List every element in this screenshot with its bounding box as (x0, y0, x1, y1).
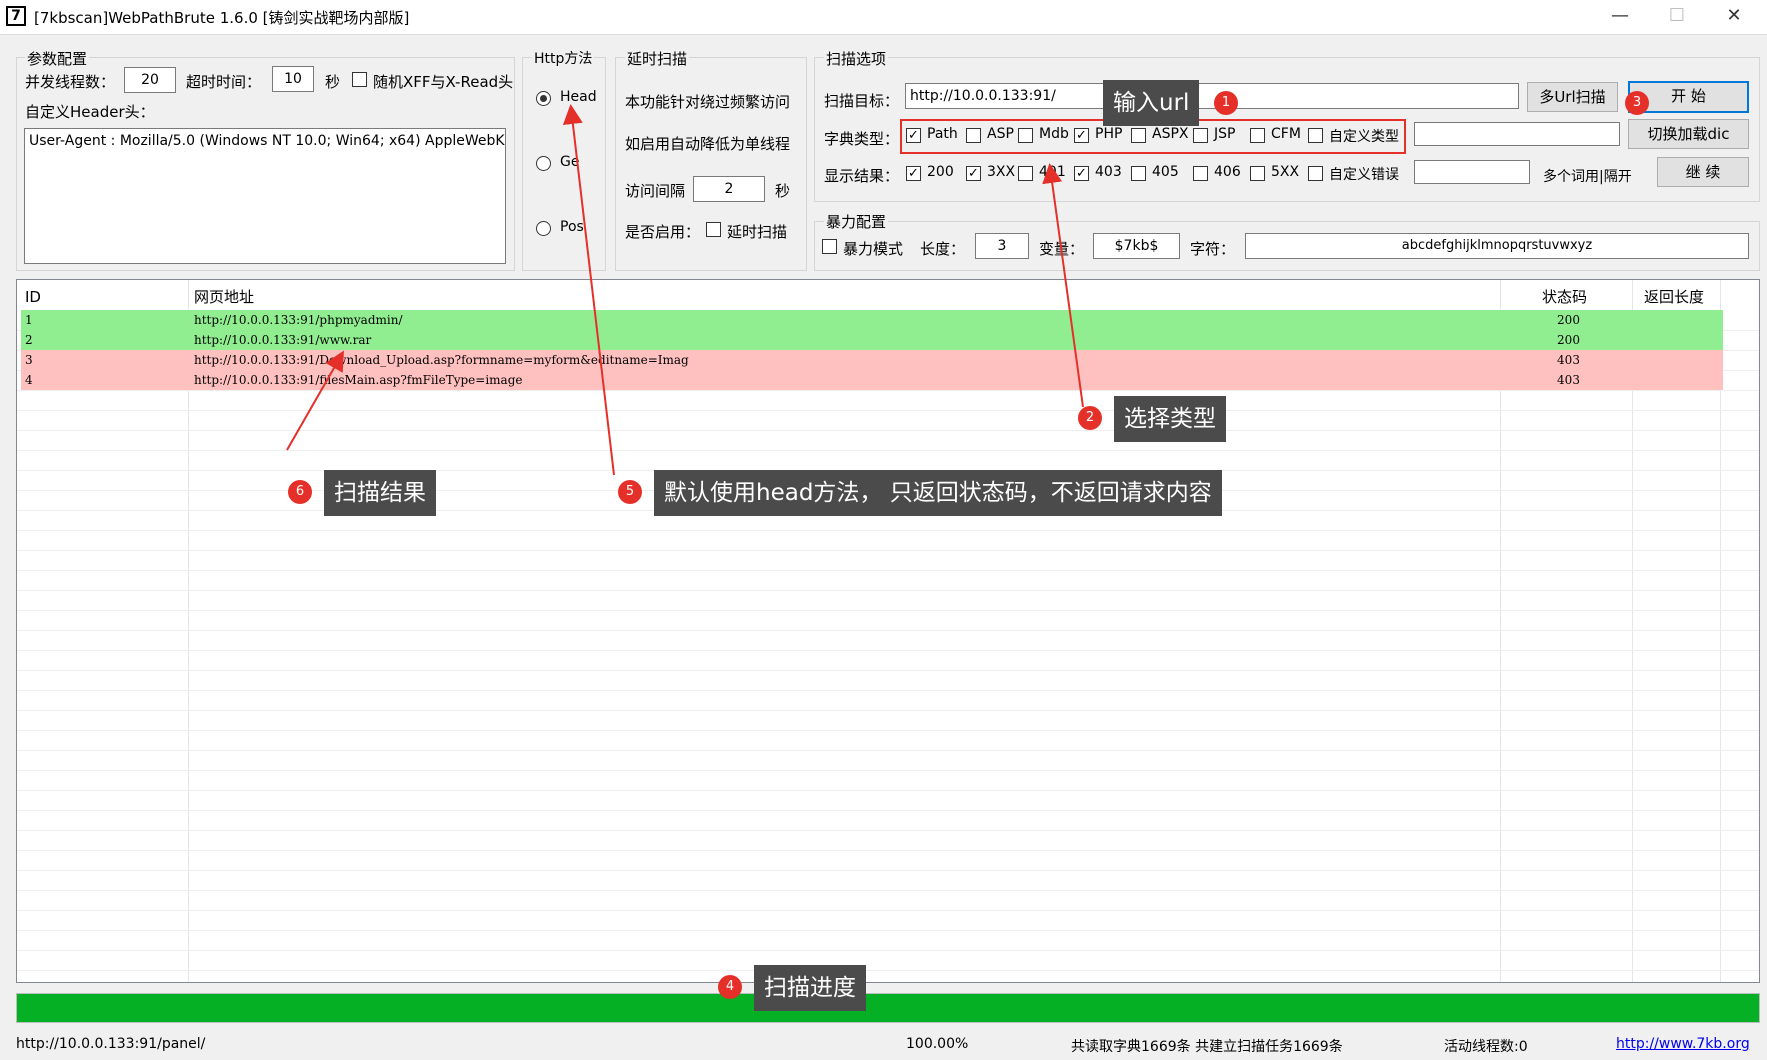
callout-scan-progress: 扫描进度 (754, 965, 866, 1011)
callout-scan-results: 扫描结果 (324, 470, 436, 516)
badge-1: 1 (1214, 91, 1238, 115)
arrow-to-results (286, 350, 344, 451)
callout-select-type: 选择类型 (1114, 396, 1226, 442)
badge-3: 3 (1625, 91, 1649, 115)
badge-2: 2 (1078, 406, 1102, 430)
arrow-to-head-method (562, 104, 615, 476)
arrow-to-dict-type (1042, 163, 1084, 408)
callout-input-url: 输入url (1103, 80, 1200, 126)
badge-4: 4 (718, 975, 742, 999)
badge-6: 6 (288, 480, 312, 504)
badge-5: 5 (618, 480, 642, 504)
annotation-arrows (286, 104, 1084, 476)
callout-head-method: 默认使用head方法， 只返回状态码，不返回请求内容 (654, 470, 1222, 516)
